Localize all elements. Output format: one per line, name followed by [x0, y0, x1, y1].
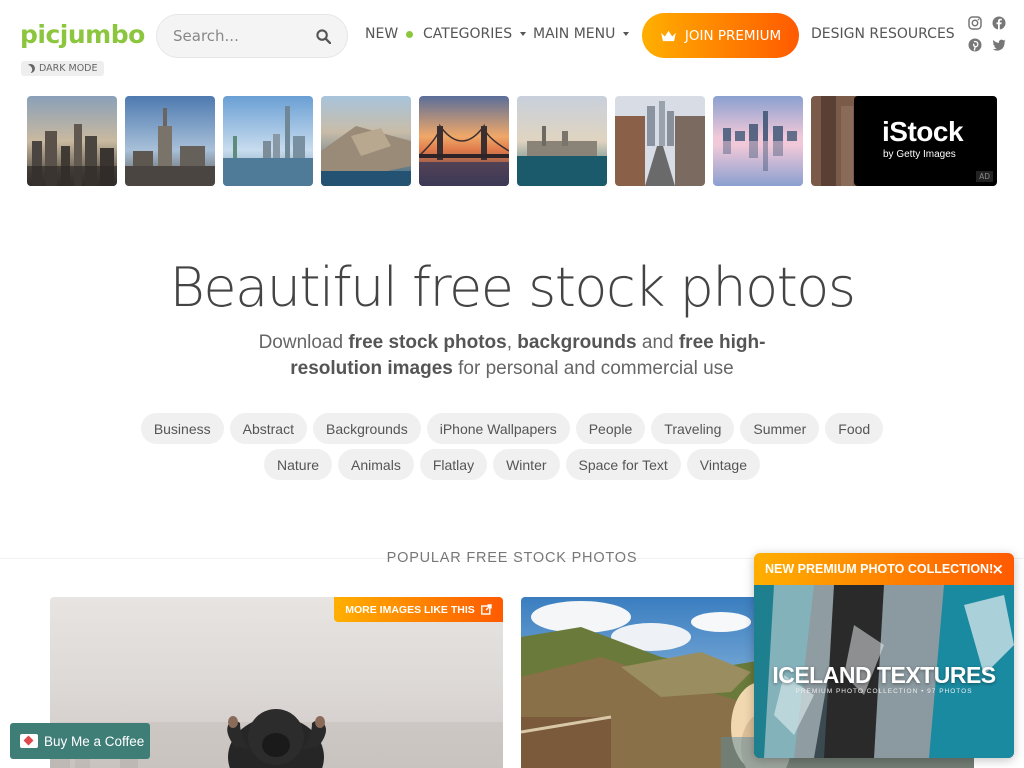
nav-new-label: NEW: [365, 26, 399, 42]
thumbnail-image: [517, 96, 607, 186]
nav-main-menu-label: MAIN MENU: [533, 26, 616, 42]
thumbnail-city-street[interactable]: [615, 96, 705, 186]
istock-ad[interactable]: iStock by Getty Images AD: [854, 96, 997, 186]
search-input[interactable]: [173, 15, 313, 57]
crown-icon: [661, 30, 676, 41]
tag-space-for-text[interactable]: Space for Text: [565, 449, 681, 480]
thumbnail-image: [321, 96, 411, 186]
featured-photos-strip: iStock by Getty Images AD: [27, 96, 997, 186]
thumbnail-nyc-skyline[interactable]: [27, 96, 117, 186]
caret-down-icon: [623, 32, 630, 36]
hero-sub-bold: free stock photos: [348, 332, 507, 353]
thumbnail-manhattan-aerial[interactable]: [321, 96, 411, 186]
tag-abstract[interactable]: Abstract: [229, 413, 307, 444]
coffee-cup-icon: [20, 734, 38, 748]
thumbnail-image: [223, 96, 313, 186]
ad-brand: iStock: [882, 116, 964, 147]
nav-categories[interactable]: CATEGORIES: [423, 26, 527, 42]
tag-summer[interactable]: Summer: [740, 413, 820, 444]
thumbnail-image: [27, 96, 117, 186]
tag-flatlay[interactable]: Flatlay: [419, 449, 488, 480]
pinterest-icon[interactable]: [968, 38, 982, 52]
new-indicator-dot: [406, 30, 414, 38]
site-logo[interactable]: picjumbo: [20, 20, 145, 49]
nav-design-resources-label: DESIGN RESOURCES: [811, 26, 955, 42]
external-link-icon: [480, 604, 492, 615]
hero-sub-text: for personal and commercial use: [452, 358, 734, 379]
thumbnail-reflection-skyline[interactable]: [713, 96, 803, 186]
join-premium-label: JOIN PREMIUM: [684, 27, 782, 44]
thumbnail-image: [419, 96, 509, 186]
popup-header-text: NEW PREMIUM PHOTO COLLECTION!: [765, 562, 994, 576]
hero-sub-bold: backgrounds: [517, 332, 637, 353]
nav-new[interactable]: NEW: [365, 26, 414, 42]
hero-sub-text: ,: [506, 332, 518, 353]
tag-business[interactable]: Business: [140, 413, 224, 444]
search-icon[interactable]: [316, 29, 331, 44]
tag-winter[interactable]: Winter: [493, 449, 560, 480]
thumbnail-lower-manhattan[interactable]: [517, 96, 607, 186]
tag-iphone-wallpapers[interactable]: iPhone Wallpapers: [426, 413, 570, 444]
nav-main-menu[interactable]: MAIN MENU: [533, 26, 630, 42]
join-premium-button[interactable]: JOIN PREMIUM: [642, 13, 799, 58]
caret-down-icon: [520, 32, 527, 36]
popup-collection-subtitle: PREMIUM PHOTO COLLECTION • 97 PHOTOS: [795, 688, 973, 695]
tag-people[interactable]: People: [575, 413, 646, 444]
thumbnail-image: [615, 96, 705, 186]
nav-design-resources[interactable]: DESIGN RESOURCES: [811, 26, 955, 42]
thumbnail-brooklyn-bridge[interactable]: [419, 96, 509, 186]
nav-categories-label: CATEGORIES: [423, 26, 513, 42]
instagram-icon[interactable]: [968, 16, 982, 30]
close-icon[interactable]: ×: [991, 562, 1004, 577]
hero-sub-text: Download: [258, 332, 349, 353]
popup-image[interactable]: ICELAND TEXTURES PREMIUM PHOTO COLLECTIO…: [754, 585, 1014, 758]
ad-label: AD: [976, 171, 993, 182]
premium-collection-popup[interactable]: NEW PREMIUM PHOTO COLLECTION! × ICELAND …: [754, 553, 1014, 758]
thumbnail-empire-state[interactable]: [125, 96, 215, 186]
tag-backgrounds[interactable]: Backgrounds: [312, 413, 421, 444]
hero-subtitle: Download free stock photos, backgrounds …: [242, 330, 782, 382]
tag-traveling[interactable]: Traveling: [651, 413, 735, 444]
category-tags-row-1: Business Abstract Backgrounds iPhone Wal…: [0, 413, 1024, 444]
thumbnail-statue-liberty[interactable]: [223, 96, 313, 186]
more-images-like-this-button[interactable]: MORE IMAGES LIKE THIS: [334, 597, 503, 622]
buy-me-a-coffee-button[interactable]: Buy Me a Coffee: [10, 723, 150, 759]
dark-mode-label: DARK MODE: [39, 63, 98, 74]
tag-animals[interactable]: Animals: [338, 449, 414, 480]
tag-vintage[interactable]: Vintage: [686, 449, 760, 480]
popup-header: NEW PREMIUM PHOTO COLLECTION!: [754, 553, 1014, 585]
thumbnail-image: [713, 96, 803, 186]
dark-mode-toggle[interactable]: DARK MODE: [21, 61, 104, 76]
site-header: picjumbo DARK MODE NEW CATEGORIES MAIN M…: [0, 0, 1024, 76]
twitter-icon[interactable]: [992, 38, 1006, 52]
moon-icon: [25, 63, 37, 75]
page-title: Beautiful free stock photos: [169, 256, 856, 319]
ad-byline: by Getty Images: [883, 149, 956, 160]
thumbnail-image: [125, 96, 215, 186]
category-tags-row-2: Nature Animals Flatlay Winter Space for …: [0, 449, 1024, 480]
hero-sub-text: and: [636, 332, 679, 353]
tag-nature[interactable]: Nature: [264, 449, 333, 480]
social-links: [968, 16, 1012, 52]
buy-me-a-coffee-label: Buy Me a Coffee: [44, 733, 145, 749]
tag-food[interactable]: Food: [825, 413, 884, 444]
more-images-label: MORE IMAGES LIKE THIS: [345, 603, 475, 616]
facebook-icon[interactable]: [992, 16, 1006, 30]
search-box: [156, 14, 348, 58]
popup-collection-title: ICELAND TEXTURES: [772, 662, 996, 688]
